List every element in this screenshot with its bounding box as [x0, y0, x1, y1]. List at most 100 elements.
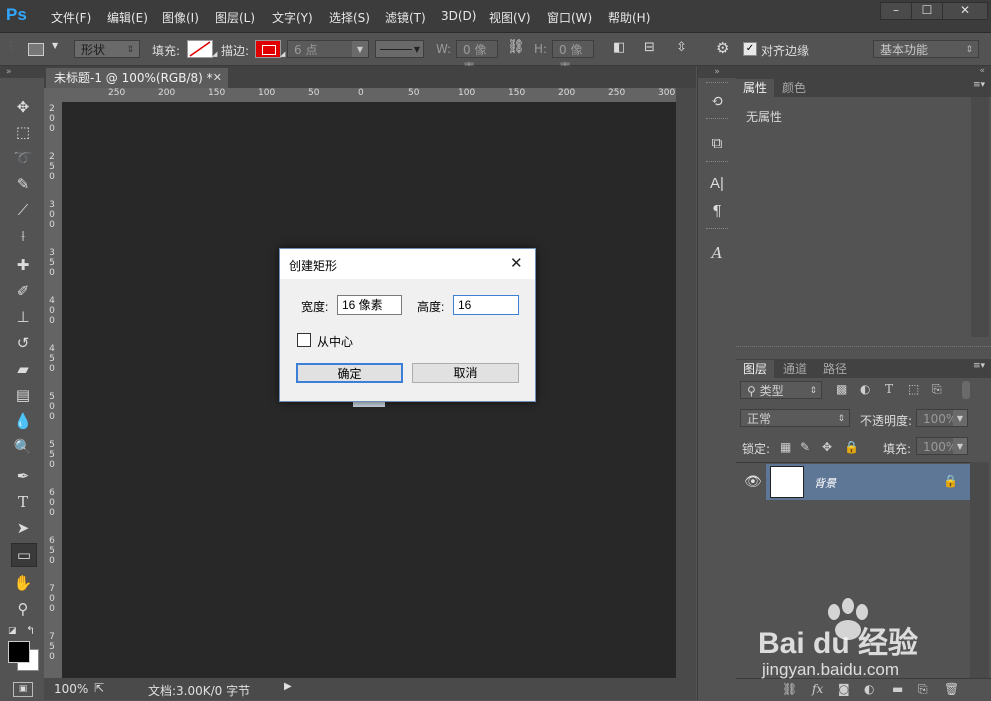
close-tab-icon[interactable]: ✕ [213, 68, 222, 88]
move-tool-icon[interactable]: ✥ [11, 96, 35, 118]
foreground-color-swatch[interactable] [8, 641, 30, 663]
path-selection-tool-icon[interactable]: ➤ [11, 517, 35, 539]
menu-image[interactable]: 图像(I) [162, 9, 199, 26]
from-center-checkbox[interactable] [297, 333, 311, 347]
height-field[interactable]: 0 像素 [552, 40, 594, 75]
healing-brush-tool-icon[interactable]: ✚ [11, 254, 35, 276]
layer-row-selected[interactable]: 背景 🔒 [766, 464, 970, 500]
ruler-origin[interactable] [44, 88, 62, 102]
eyedropper-tool-icon[interactable]: ⟊ [11, 225, 35, 247]
lock-position-icon[interactable]: ✥ [822, 440, 832, 454]
panel-collapse-icon[interactable]: » [698, 66, 736, 78]
menu-view[interactable]: 视图(V) [489, 9, 531, 26]
menu-edit[interactable]: 编辑(E) [107, 9, 148, 26]
blend-mode-select[interactable]: 正常 ⇕ [740, 409, 850, 427]
menu-help[interactable]: 帮助(H) [608, 9, 650, 26]
horizontal-ruler[interactable]: 250 200 150 100 50 0 50 100 150 200 250 300 [62, 88, 676, 103]
tool-preset-picker[interactable]: ▼ [22, 40, 62, 58]
close-icon[interactable]: ✕ [510, 254, 523, 272]
layer-name[interactable]: 背景 [814, 475, 836, 491]
navigator-panel-icon[interactable]: ⧉ [706, 132, 728, 154]
swap-colors-icon[interactable]: ↰ [26, 624, 35, 637]
properties-scrollbar[interactable] [971, 97, 989, 337]
menu-type[interactable]: 文字(Y) [272, 9, 313, 26]
crop-tool-icon[interactable]: ⟋ [11, 199, 35, 221]
glyphs-panel-icon[interactable]: A [706, 242, 728, 264]
dialog-title-bar[interactable]: 创建矩形 ✕ [280, 249, 535, 279]
tab-properties[interactable]: 属性 [736, 79, 775, 97]
close-window-button[interactable]: ✕ [942, 2, 988, 20]
width-input[interactable]: 16 像素 [337, 295, 402, 315]
lasso-tool-icon[interactable]: ➰ [11, 147, 35, 169]
panel-expand-icon[interactable]: « [979, 66, 985, 76]
workspace-select[interactable]: 基本功能 ⇕ [873, 40, 979, 58]
panel-menu-icon[interactable]: ≡▾ [973, 361, 985, 371]
lock-transparency-icon[interactable]: ▦ [780, 440, 791, 454]
opacity-field[interactable]: 100% ▼ [916, 409, 968, 427]
gear-icon[interactable]: ⚙ [716, 39, 729, 57]
tab-paths[interactable]: 路径 [816, 360, 855, 378]
character-panel-icon[interactable]: A| [706, 173, 728, 195]
filter-type-icon[interactable]: T [885, 382, 893, 396]
type-tool-icon[interactable]: T [11, 491, 35, 513]
eraser-tool-icon[interactable]: ▰ [11, 358, 35, 380]
default-colors-icon[interactable]: ◪ [8, 626, 18, 636]
path-operations-icon[interactable]: ◧ [613, 40, 625, 55]
pen-tool-icon[interactable]: ✒ [11, 465, 35, 487]
vertical-ruler[interactable]: 2 0 0 2 5 0 3 0 0 3 5 0 4 0 0 4 5 0 5 0 0 5 5 0… [44, 102, 63, 678]
dodge-tool-icon[interactable]: 🔍 [11, 436, 35, 458]
menu-window[interactable]: 窗口(W) [547, 9, 592, 26]
cancel-button[interactable]: 取消 [412, 363, 519, 383]
export-icon[interactable]: ⇱ [94, 681, 104, 695]
status-menu-arrow-icon[interactable]: ▶ [284, 681, 292, 692]
eye-icon[interactable]: 👁 [744, 474, 762, 490]
blur-tool-icon[interactable]: 💧 [11, 410, 35, 432]
filter-toggle[interactable] [962, 381, 970, 399]
quick-selection-tool-icon[interactable]: ✎ [11, 173, 35, 195]
lock-pixels-icon[interactable]: ✎ [800, 440, 810, 454]
vertical-scrollbar[interactable] [676, 88, 696, 678]
path-arrangement-icon[interactable]: ⇳ [676, 40, 687, 55]
height-input[interactable]: 16 [453, 295, 519, 315]
maximize-button[interactable]: ☐ [911, 2, 943, 20]
from-center-label[interactable]: 从中心 [317, 333, 353, 350]
fill-field[interactable]: 100% ▼ [916, 437, 968, 455]
tab-color[interactable]: 颜色 [775, 79, 814, 97]
filter-adjustment-icon[interactable]: ◐ [860, 382, 870, 396]
history-brush-tool-icon[interactable]: ↺ [11, 332, 35, 354]
panel-collapse-icon[interactable]: » [0, 66, 44, 78]
tab-channels[interactable]: 通道 [776, 360, 815, 378]
layer-row[interactable]: 👁 背景 🔒 [736, 462, 970, 503]
rectangle-tool-icon[interactable]: ▭ [11, 543, 37, 567]
brush-tool-icon[interactable]: ✐ [11, 280, 35, 302]
filter-pixel-icon[interactable]: ▩ [836, 382, 847, 396]
align-edges-checkbox[interactable]: ✓ [743, 42, 757, 56]
fill-swatch[interactable] [187, 40, 213, 58]
mode-select[interactable]: 形状 ⇕ [74, 40, 140, 58]
chevron-down-icon[interactable]: ▼ [352, 41, 368, 57]
stroke-type-select[interactable]: ▼ [375, 40, 424, 58]
screen-mode-icon[interactable]: ▣ [13, 682, 33, 697]
paragraph-panel-icon[interactable]: ¶ [706, 200, 728, 222]
menu-3d[interactable]: 3D(D) [441, 9, 476, 23]
tab-layers[interactable]: 图层 [736, 360, 775, 378]
menu-select[interactable]: 选择(S) [329, 9, 370, 26]
gradient-tool-icon[interactable]: ▤ [11, 384, 35, 406]
document-tab[interactable]: 未标题-1 @ 100%(RGB/8) * ✕ [46, 68, 228, 88]
layer-filter-select[interactable]: ⚲ 类型 ⇕ [740, 381, 822, 399]
zoom-tool-icon[interactable]: ⚲ [11, 598, 35, 620]
history-panel-icon[interactable]: ⟲ [706, 90, 728, 112]
hand-tool-icon[interactable]: ✋ [11, 572, 35, 594]
minimize-button[interactable]: – [880, 2, 912, 20]
clone-stamp-tool-icon[interactable]: ⊥ [11, 306, 35, 328]
zoom-level[interactable]: 100% [54, 682, 88, 696]
filter-smart-object-icon[interactable]: ⎘ [932, 382, 942, 397]
menu-layer[interactable]: 图层(L) [215, 9, 255, 26]
panel-menu-icon[interactable]: ≡▾ [973, 80, 985, 90]
stroke-swatch[interactable] [255, 40, 281, 58]
marquee-tool-icon[interactable]: ⬚ [11, 121, 35, 143]
lock-all-icon[interactable]: 🔒 [844, 440, 859, 454]
ok-button[interactable]: 确定 [296, 363, 403, 383]
menu-filter[interactable]: 滤镜(T) [385, 9, 426, 26]
menu-file[interactable]: 文件(F) [51, 9, 91, 26]
